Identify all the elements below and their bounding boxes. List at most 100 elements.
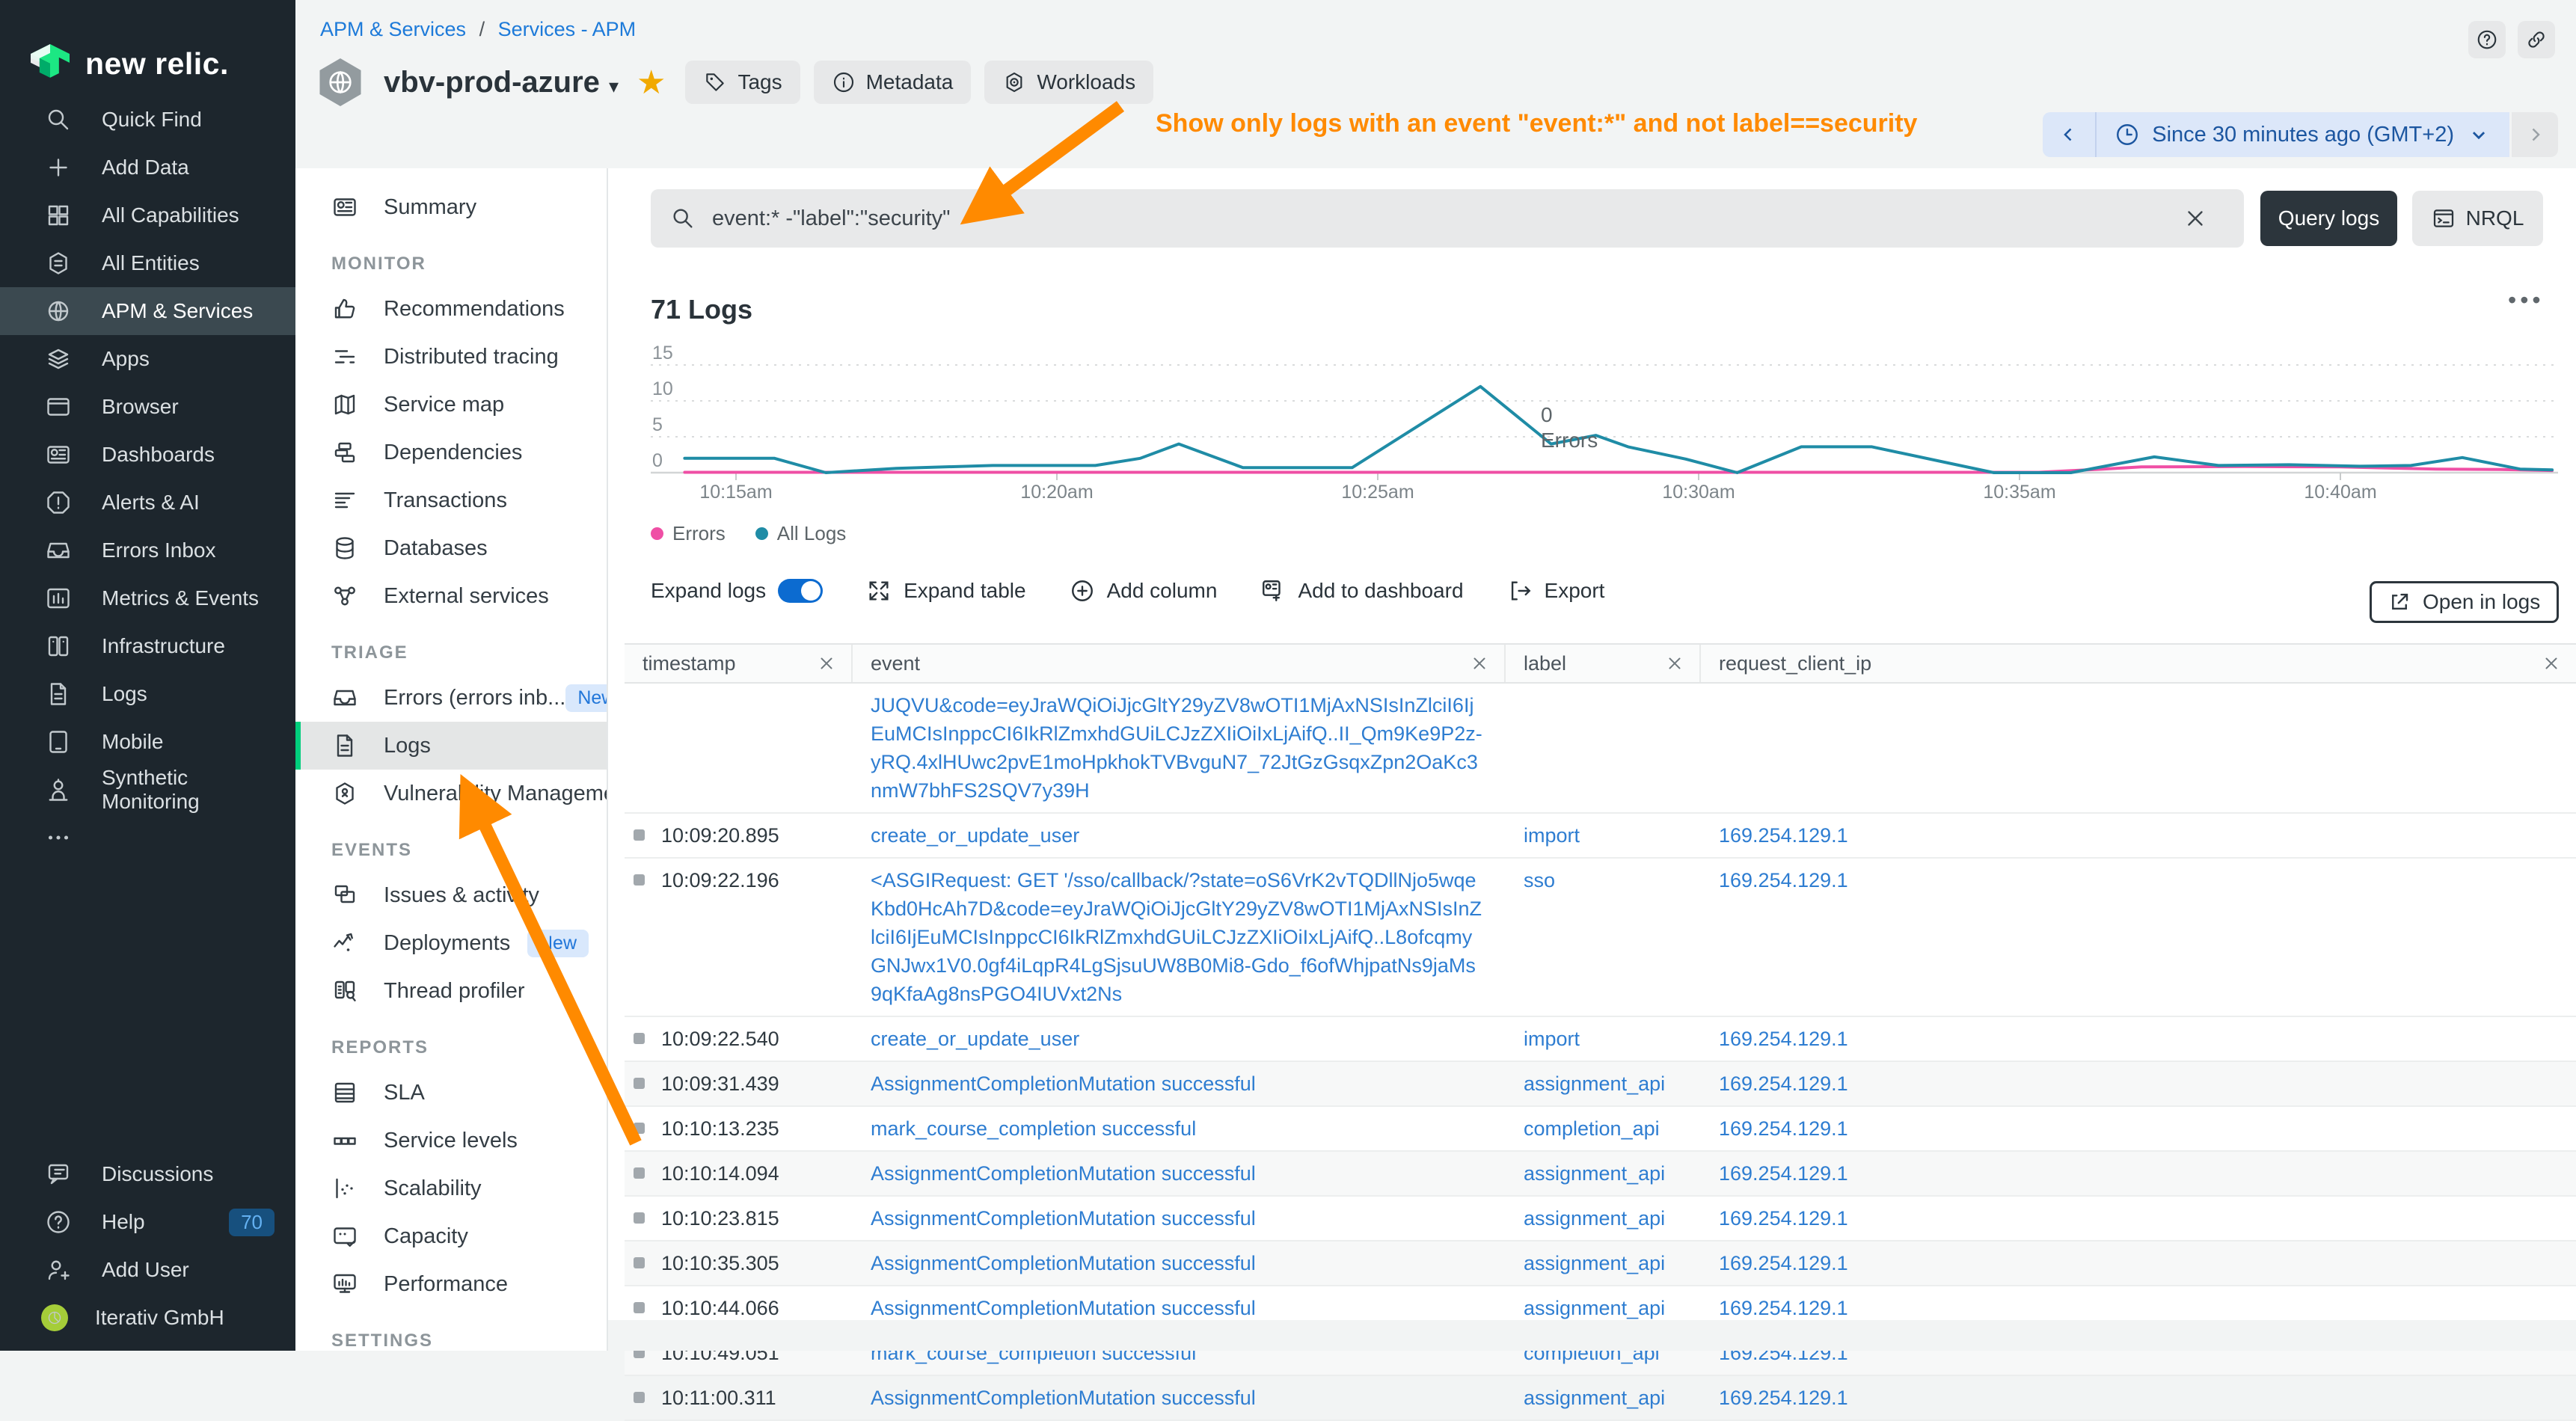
remove-column-icon[interactable] bbox=[1665, 654, 1684, 673]
sidebar-footer-add-user[interactable]: Add User bbox=[0, 1246, 295, 1294]
column-header-request_client_ip[interactable]: request_client_ip bbox=[1701, 645, 2576, 682]
sidebar-footer-help[interactable]: Help70 bbox=[0, 1198, 295, 1246]
legend-item-all-logs[interactable]: All Logs bbox=[755, 522, 847, 545]
log-event-link[interactable]: AssignmentCompletionMutation successful bbox=[871, 1162, 1256, 1185]
time-picker[interactable]: Since 30 minutes ago (GMT+2) bbox=[2043, 112, 2558, 157]
row-checkbox[interactable] bbox=[634, 874, 645, 886]
log-event-link[interactable]: create_or_update_user bbox=[871, 1028, 1079, 1050]
sidebar-item-dashboards[interactable]: Dashboards bbox=[0, 431, 295, 479]
sidebar-item-logs[interactable]: Logs bbox=[0, 670, 295, 718]
log-row[interactable]: 10:11:00.311AssignmentCompletionMutation… bbox=[625, 1376, 2576, 1421]
entity-switcher-caret-icon[interactable]: ▾ bbox=[609, 75, 619, 98]
column-header-label[interactable]: label bbox=[1506, 645, 1701, 682]
logs-search-input[interactable]: event:* -"label":"security" bbox=[651, 189, 2244, 248]
sidebar-item-all-capabilities[interactable]: All Capabilities bbox=[0, 191, 295, 239]
log-label-link[interactable]: sso bbox=[1524, 869, 1555, 891]
more-options-icon[interactable]: ••• bbox=[2508, 286, 2545, 314]
subnav-item-sla[interactable]: SLA bbox=[295, 1069, 607, 1117]
sidebar-item-more[interactable] bbox=[0, 814, 295, 862]
nrql-button[interactable]: NRQL bbox=[2412, 191, 2543, 246]
remove-column-icon[interactable] bbox=[2542, 654, 2561, 673]
log-row[interactable]: 10:09:22.540create_or_update_userimport1… bbox=[625, 1017, 2576, 1062]
time-picker-main[interactable]: Since 30 minutes ago (GMT+2) bbox=[2097, 112, 2509, 157]
row-checkbox[interactable] bbox=[634, 1257, 645, 1268]
subnav-item-thread-profiler[interactable]: Thread profiler bbox=[295, 967, 607, 1015]
subnav-item-capacity[interactable]: Capacity bbox=[295, 1212, 607, 1260]
sidebar-item-quick-find[interactable]: Quick Find bbox=[0, 96, 295, 144]
log-client-ip-link[interactable]: 169.254.129.1 bbox=[1719, 824, 1848, 847]
breadcrumb-link-apm-services[interactable]: APM & Services bbox=[320, 18, 466, 40]
log-event-link[interactable]: AssignmentCompletionMutation successful bbox=[871, 1297, 1256, 1319]
sidebar-item-all-entities[interactable]: All Entities bbox=[0, 239, 295, 287]
favorite-star-icon[interactable]: ★ bbox=[637, 64, 666, 102]
sidebar-item-synthetic-monitoring[interactable]: Synthetic Monitoring bbox=[0, 766, 295, 814]
log-label-link[interactable]: assignment_api bbox=[1524, 1297, 1665, 1319]
sidebar-item-apps[interactable]: Apps bbox=[0, 335, 295, 383]
tags-chip-button[interactable]: Tags bbox=[685, 61, 800, 104]
log-label-link[interactable]: assignment_api bbox=[1524, 1252, 1665, 1274]
query-logs-button[interactable]: Query logs bbox=[2260, 191, 2397, 246]
sidebar-item-apm-services[interactable]: APM & Services bbox=[0, 287, 295, 335]
subnav-item-service-levels[interactable]: Service levels bbox=[295, 1117, 607, 1164]
subnav-item-logs[interactable]: Logs bbox=[295, 722, 607, 770]
add-column-button[interactable]: Add column bbox=[1070, 578, 1218, 604]
log-client-ip-link[interactable]: 169.254.129.1 bbox=[1719, 1028, 1848, 1050]
remove-column-icon[interactable] bbox=[817, 654, 836, 673]
sidebar-footer-discussions[interactable]: Discussions bbox=[0, 1150, 295, 1198]
subnav-item-errors-errors-inb-[interactable]: Errors (errors inb...New bbox=[295, 674, 607, 722]
help-circle-icon[interactable] bbox=[2468, 21, 2506, 58]
subnav-item-service-map[interactable]: Service map bbox=[295, 381, 607, 429]
newrelic-logo[interactable]: new relic. bbox=[0, 0, 295, 96]
workloads-chip-button[interactable]: Workloads bbox=[984, 61, 1153, 104]
log-label-link[interactable]: assignment_api bbox=[1524, 1387, 1665, 1409]
log-client-ip-link[interactable]: 169.254.129.1 bbox=[1719, 1297, 1848, 1319]
legend-item-errors[interactable]: Errors bbox=[651, 522, 726, 545]
row-checkbox[interactable] bbox=[634, 1392, 645, 1403]
time-picker-forward-icon[interactable] bbox=[2512, 112, 2558, 157]
row-checkbox[interactable] bbox=[634, 829, 645, 841]
log-row[interactable]: 10:10:14.094AssignmentCompletionMutation… bbox=[625, 1152, 2576, 1197]
log-label-link[interactable]: completion_api bbox=[1524, 1117, 1660, 1140]
log-event-link[interactable]: <ASGIRequest: GET '/sso/callback/?state=… bbox=[871, 869, 1482, 1005]
log-client-ip-link[interactable]: 169.254.129.1 bbox=[1719, 1252, 1848, 1274]
log-event-link[interactable]: AssignmentCompletionMutation successful bbox=[871, 1207, 1256, 1230]
log-row[interactable]: 10:09:31.439AssignmentCompletionMutation… bbox=[625, 1062, 2576, 1107]
log-event-link[interactable]: JUQVU&code=eyJraWQiOiJjcGltY29yZV8wOTI1M… bbox=[871, 694, 1482, 802]
remove-column-icon[interactable] bbox=[1470, 654, 1489, 673]
expand-table-button[interactable]: Expand table bbox=[866, 578, 1025, 604]
subnav-item-scalability[interactable]: Scalability bbox=[295, 1164, 607, 1212]
expand-logs-toggle[interactable]: Expand logs bbox=[651, 579, 823, 603]
metadata-chip-button[interactable]: Metadata bbox=[814, 61, 972, 104]
permalink-icon[interactable] bbox=[2518, 21, 2555, 58]
subnav-item-issues-activity[interactable]: Issues & activity bbox=[295, 871, 607, 919]
row-checkbox[interactable] bbox=[634, 1212, 645, 1224]
log-label-link[interactable]: assignment_api bbox=[1524, 1207, 1665, 1230]
toggle-on-icon[interactable] bbox=[778, 579, 823, 603]
log-client-ip-link[interactable]: 169.254.129.1 bbox=[1719, 869, 1848, 891]
log-label-link[interactable]: assignment_api bbox=[1524, 1162, 1665, 1185]
log-client-ip-link[interactable]: 169.254.129.1 bbox=[1719, 1207, 1848, 1230]
log-client-ip-link[interactable]: 169.254.129.1 bbox=[1719, 1162, 1848, 1185]
sidebar-item-infrastructure[interactable]: Infrastructure bbox=[0, 622, 295, 670]
sidebar-item-alerts-ai[interactable]: Alerts & AI bbox=[0, 479, 295, 527]
export-button[interactable]: Export bbox=[1507, 578, 1605, 604]
log-row[interactable]: 10:09:20.895create_or_update_userimport1… bbox=[625, 814, 2576, 859]
log-label-link[interactable]: assignment_api bbox=[1524, 1072, 1665, 1095]
subnav-item-performance[interactable]: Performance bbox=[295, 1260, 607, 1308]
log-row[interactable]: 10:10:35.305AssignmentCompletionMutation… bbox=[625, 1242, 2576, 1286]
sidebar-item-browser[interactable]: Browser bbox=[0, 383, 295, 431]
log-event-link[interactable]: AssignmentCompletionMutation successful bbox=[871, 1072, 1256, 1095]
subnav-item-external-services[interactable]: External services bbox=[295, 572, 607, 620]
log-event-link[interactable]: create_or_update_user bbox=[871, 824, 1079, 847]
sidebar-item-mobile[interactable]: Mobile bbox=[0, 718, 295, 766]
sidebar-footer-iterativ-gmbh[interactable]: Iterativ GmbH bbox=[0, 1294, 295, 1342]
log-label-link[interactable]: import bbox=[1524, 824, 1580, 847]
row-checkbox[interactable] bbox=[634, 1123, 645, 1134]
log-client-ip-link[interactable]: 169.254.129.1 bbox=[1719, 1387, 1848, 1409]
column-header-timestamp[interactable]: timestamp bbox=[625, 645, 853, 682]
logs-chart[interactable]: 151050 10:15am10:20am10:25am10:30am10:35… bbox=[651, 343, 2558, 522]
row-checkbox[interactable] bbox=[634, 1033, 645, 1044]
subnav-item-distributed-tracing[interactable]: Distributed tracing bbox=[295, 333, 607, 381]
log-event-link[interactable]: AssignmentCompletionMutation successful bbox=[871, 1387, 1256, 1409]
sidebar-item-metrics-events[interactable]: Metrics & Events bbox=[0, 574, 295, 622]
